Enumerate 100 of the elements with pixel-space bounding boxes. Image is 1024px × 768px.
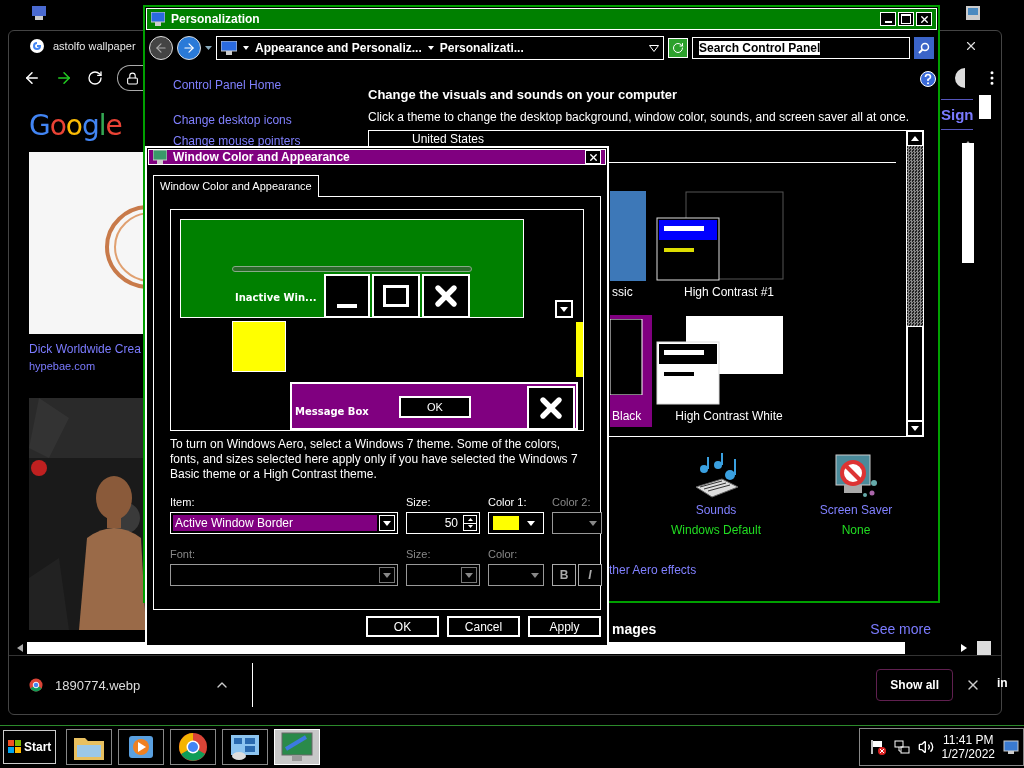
result-site[interactable]: hypebae.com	[29, 360, 146, 372]
minimize-button[interactable]	[880, 12, 896, 26]
window-title: Personalization	[171, 12, 260, 26]
spin-down-icon[interactable]	[467, 525, 473, 529]
start-button[interactable]: Start	[3, 730, 57, 764]
dropdown-arrow-icon[interactable]	[383, 520, 391, 526]
caret-icon[interactable]	[205, 46, 212, 50]
refresh-icon	[672, 42, 684, 54]
close-button[interactable]	[585, 150, 601, 164]
heading: Change the visuals and sounds on your computer	[368, 87, 679, 102]
field-label: Size:	[406, 548, 432, 560]
refresh-button[interactable]	[668, 38, 688, 58]
setting-value: None	[841, 523, 871, 537]
section-title: mages	[612, 621, 657, 637]
result-title[interactable]: Dick Worldwide Crea	[29, 342, 146, 356]
setting-link[interactable]: Screen Saver	[819, 503, 893, 517]
scroll-up-button[interactable]	[907, 131, 923, 146]
breadcrumb[interactable]: Personalizati...	[439, 41, 524, 55]
theme-tile[interactable]: High Contrast #1	[652, 191, 802, 303]
close-button[interactable]	[916, 12, 932, 26]
dropdown-arrow-icon[interactable]	[649, 44, 659, 52]
clock[interactable]: 11:41 PM 1/27/2022	[941, 733, 995, 761]
scroll-left-icon[interactable]	[17, 644, 23, 652]
monitor-no-sign-icon	[832, 453, 880, 499]
caret-icon[interactable]	[243, 46, 249, 50]
close-icon	[422, 274, 470, 318]
sign-in-link[interactable]: Sign	[941, 99, 973, 130]
nav-link[interactable]: Control Panel Home	[173, 78, 368, 92]
size-spinner[interactable]: 50	[406, 512, 480, 534]
taskbar-app[interactable]	[222, 729, 269, 765]
field-label: Font:	[170, 548, 197, 560]
description-text: To turn on Windows Aero, select a Windows 7 theme. Some of the colors, fonts, and sizes selected here apply only if you have selected the Windows 7 Basic theme or a High Contrast theme.	[170, 437, 579, 482]
group-label: United States	[411, 131, 486, 146]
item-dropdown[interactable]: Active Window Border	[170, 512, 398, 534]
show-all-button[interactable]: Show all	[876, 669, 953, 701]
nav-link[interactable]: Change mouse pointers	[173, 134, 368, 148]
close-icon[interactable]	[964, 39, 978, 53]
flag-icon[interactable]	[869, 739, 886, 755]
google-logo: Google	[29, 109, 123, 142]
search-field[interactable]: Search Control Panel	[692, 37, 910, 59]
monitor-icon	[221, 41, 237, 55]
address-bar[interactable]: Appearance and Personaliz... Personalizati...	[216, 36, 664, 60]
tab[interactable]: Window Color and Appearance	[153, 175, 319, 197]
maximize-button[interactable]	[898, 12, 914, 26]
monitor-icon	[151, 12, 165, 26]
close-icon	[587, 151, 599, 163]
dialog-button[interactable]: Apply	[528, 616, 601, 637]
dialog-button[interactable]: Cancel	[447, 616, 520, 637]
scrollbar-corner	[977, 641, 991, 655]
tab-title[interactable]: astolfo wallpaper	[53, 40, 136, 52]
network-icon[interactable]	[893, 739, 910, 755]
dropdown-arrow-icon[interactable]	[560, 306, 568, 312]
spin-up-icon[interactable]	[467, 517, 473, 521]
monitor-icon	[280, 731, 315, 763]
see-more-link[interactable]: See more	[870, 621, 931, 637]
setting-value: Windows Default	[670, 523, 761, 537]
ok-button[interactable]: OK	[399, 396, 471, 418]
taskbar-app[interactable]	[170, 729, 217, 765]
reload-icon[interactable]	[87, 70, 103, 86]
forward-icon[interactable]	[55, 69, 73, 87]
search-icon	[918, 42, 930, 54]
scroll-up-icon	[911, 136, 919, 141]
field-label: Color 1:	[488, 496, 528, 508]
theme-thumbnail[interactable]	[656, 315, 784, 405]
theme-thumbnail[interactable]	[610, 191, 646, 281]
nav-link[interactable]: Change desktop icons	[173, 113, 368, 127]
close-icon	[918, 13, 930, 25]
back-button[interactable]	[149, 36, 173, 60]
theme-thumbnail[interactable]	[656, 191, 784, 281]
theme-tile[interactable]: ssic	[610, 191, 652, 303]
help-icon[interactable]	[920, 71, 936, 87]
window-title: Inactive Win...	[235, 292, 317, 303]
field-label: Color 2:	[552, 496, 592, 508]
scrollbar[interactable]	[906, 131, 923, 436]
theme-tile[interactable]: Black	[610, 315, 652, 427]
breadcrumb[interactable]: Appearance and Personaliz...	[255, 41, 422, 55]
taskbar-app[interactable]	[118, 729, 165, 765]
dropdown-arrow-icon[interactable]	[527, 520, 535, 526]
scroll-right-icon[interactable]	[961, 644, 968, 652]
dialog-button[interactable]: OK	[366, 616, 439, 637]
search-button[interactable]	[914, 37, 934, 59]
forward-button[interactable]	[177, 36, 201, 60]
volume-icon[interactable]	[917, 739, 934, 755]
field-label: Color:	[488, 548, 519, 560]
caret-icon[interactable]	[427, 46, 434, 50]
windows-logo-icon	[8, 740, 22, 754]
chrome-icon	[29, 678, 43, 692]
back-icon[interactable]	[23, 69, 41, 87]
field-label: Item:	[170, 496, 196, 508]
scroll-down-button[interactable]	[907, 421, 923, 436]
desktop-shortcut-icon[interactable]	[32, 6, 46, 20]
setting-link[interactable]: Sounds	[695, 503, 737, 517]
media-player-icon	[127, 733, 156, 761]
color-sample	[576, 322, 583, 377]
color-sample	[232, 321, 286, 372]
download-file-name[interactable]: 1890774.webp	[55, 677, 141, 693]
taskbar-app[interactable]	[66, 729, 113, 765]
theme-tile[interactable]: High Contrast White	[652, 315, 802, 427]
theme-label: Black	[611, 409, 642, 425]
show-desktop-icon[interactable]	[1003, 739, 1019, 755]
